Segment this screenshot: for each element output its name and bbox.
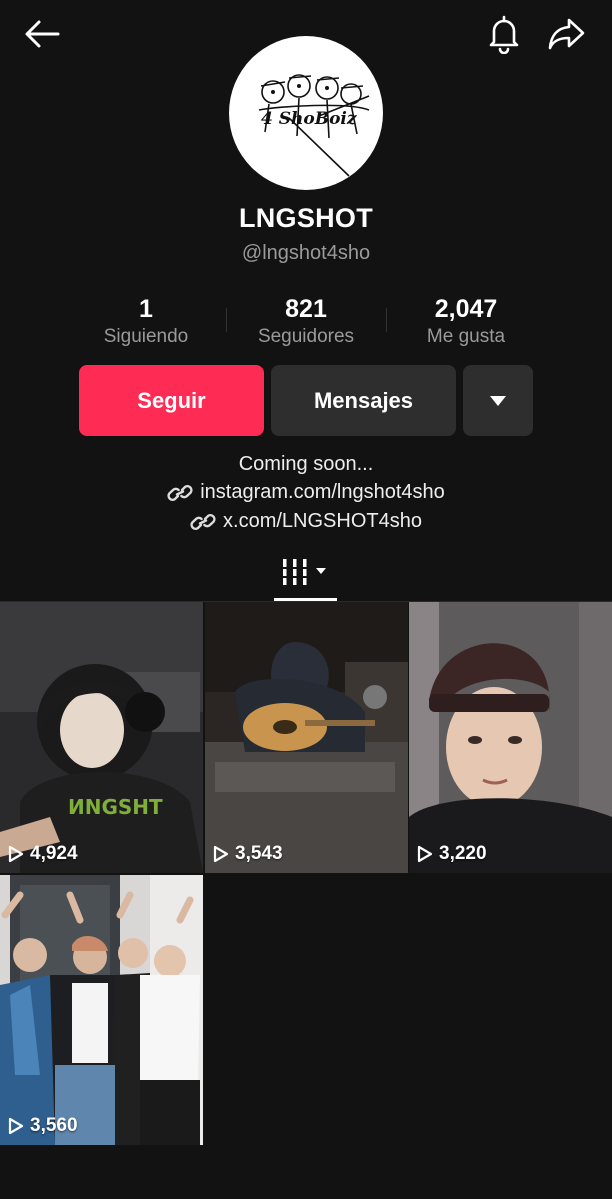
stat-following-label: Siguiendo [103, 326, 189, 347]
view-count: 3,560 [8, 1115, 78, 1137]
stat-following[interactable]: 1 Siguiendo [86, 294, 206, 349]
stat-followers[interactable]: 821 Seguidores [246, 294, 366, 349]
stat-likes-value: 2,047 [434, 295, 498, 323]
bell-icon [489, 15, 519, 54]
play-icon [417, 845, 433, 863]
bio-text: Coming soon... [238, 453, 374, 475]
link-icon [167, 482, 193, 504]
stat-followers-label: Seguidores [257, 326, 355, 347]
video-thumbnail[interactable]: 3,560 [0, 875, 203, 1145]
follow-button[interactable]: Seguir [79, 365, 264, 436]
profile-page: 4 ShoBoiz LNGSHOT @lngshot4sho 1 Siguien… [0, 0, 612, 1199]
play-icon [213, 845, 229, 863]
video-thumbnail-image [205, 602, 408, 873]
share-arrow-icon [548, 18, 585, 50]
video-thumbnail[interactable]: 3,220 [409, 602, 612, 873]
video-thumbnail-image: ИNGSHT [0, 602, 203, 873]
profile-name: LNGSHOT [238, 203, 374, 233]
grid-columns-icon [281, 559, 326, 585]
stat-followers-value: 821 [285, 295, 327, 323]
link-icon [190, 511, 216, 533]
arrow-left-icon [25, 20, 60, 48]
bio-link-x[interactable]: x.com/LNGSHOT4sho [0, 510, 612, 533]
view-count: 3,220 [417, 843, 487, 865]
play-icon [8, 845, 24, 863]
view-count-text: 3,560 [30, 1115, 78, 1136]
play-icon [8, 1117, 24, 1135]
share-button[interactable] [544, 12, 590, 56]
bio-link-x-text: x.com/LNGSHOT4sho [223, 510, 422, 532]
tab-videos[interactable] [274, 552, 338, 592]
video-thumbnail[interactable]: 3,543 [205, 602, 408, 873]
more-options-button[interactable] [463, 365, 533, 436]
caret-down-icon [490, 395, 506, 406]
message-button[interactable]: Mensajes [271, 365, 456, 436]
stat-likes[interactable]: 2,047 Me gusta [406, 294, 526, 349]
stat-following-value: 1 [139, 295, 153, 323]
stat-divider [386, 308, 387, 332]
video-thumbnail-image [409, 602, 612, 873]
view-count: 3,543 [213, 843, 283, 865]
video-thumbnail-image [0, 875, 203, 1145]
video-thumbnail[interactable]: ИNGSHT 4,924 [0, 602, 203, 873]
view-count-text: 3,543 [235, 843, 283, 864]
avatar[interactable]: 4 ShoBoiz [229, 36, 383, 190]
bio-link-instagram-text: instagram.com/lngshot4sho [200, 481, 445, 503]
view-count-text: 4,924 [30, 843, 78, 864]
bio-link-instagram[interactable]: instagram.com/lngshot4sho [0, 481, 612, 504]
stat-likes-label: Me gusta [426, 326, 506, 347]
profile-handle: @lngshot4sho [241, 242, 371, 264]
back-button[interactable] [20, 14, 64, 54]
avatar-logo: 4 ShoBoiz [258, 74, 370, 177]
view-count: 4,924 [8, 843, 78, 865]
stat-divider [226, 308, 227, 332]
svg-text:ИNGSHT: ИNGSHT [68, 795, 163, 819]
notifications-button[interactable] [482, 12, 526, 56]
profile-stats: 1 Siguiendo 821 Seguidores 2,047 Me gust… [0, 294, 612, 354]
avatar-logo-text: 4 ShoBoiz [261, 109, 357, 129]
view-count-text: 3,220 [439, 843, 487, 864]
